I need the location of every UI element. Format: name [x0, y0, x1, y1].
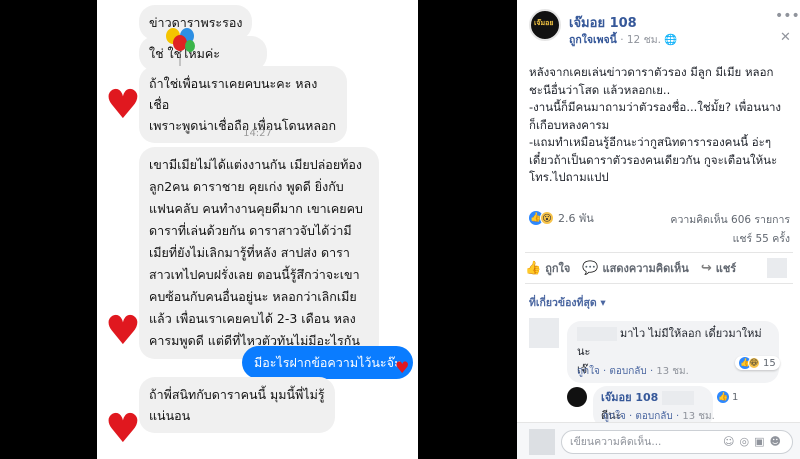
- reply-reactions[interactable]: 👍 1: [717, 391, 738, 403]
- comment-icon: 💬: [582, 260, 599, 276]
- close-icon[interactable]: ✕: [780, 30, 791, 45]
- page-avatar[interactable]: เจ๊มอย: [529, 9, 561, 41]
- composer-icons: ☺◎▣☻: [723, 431, 786, 453]
- viewer-avatar[interactable]: [529, 429, 555, 455]
- post-meta: ถูกใจเพจนี้ · 12 ชม. 🌐: [569, 31, 677, 48]
- comment-button[interactable]: 💬 แสดงความคิดเห็น: [582, 259, 689, 277]
- chat-message: ถ้าพี่สนิทกับดาราคนนี้ มุมนี้พี่ไม่รู้ แ…: [139, 377, 335, 433]
- reply-like-link[interactable]: ถูกใจ: [603, 411, 626, 422]
- gif-icon[interactable]: ▣: [754, 435, 769, 448]
- like-button-label: ถูกใจ: [545, 262, 571, 275]
- replier-avatar[interactable]: [567, 387, 587, 407]
- liked-page-label[interactable]: ถูกใจเพจนี้: [569, 34, 617, 46]
- reply-time[interactable]: 13 ชม.: [682, 411, 714, 422]
- comment-button-label: แสดงความคิดเห็น: [602, 262, 689, 275]
- like-reaction-icon: 👍: [717, 391, 729, 403]
- thumbs-up-icon: 👍: [525, 260, 542, 276]
- camera-icon[interactable]: ◎: [740, 435, 755, 448]
- post-text: หลังจากเคยเล่นข่าวดาราตัวรอง มีลูก มีเมี…: [529, 65, 782, 184]
- reaction-summary[interactable]: 👍 😮 2.6 พัน: [529, 209, 594, 227]
- dot-separator: ·: [620, 34, 627, 46]
- comment-input-placeholder: เขียนความคิดเห็น...: [570, 436, 662, 448]
- comment-composer: เขียนความคิดเห็น... ☺◎▣☻: [517, 422, 800, 459]
- share-count[interactable]: แชร์ 55 ครั้ง: [733, 230, 790, 247]
- share-button[interactable]: ↪ แชร์: [701, 259, 736, 277]
- more-options-icon[interactable]: •••: [775, 8, 800, 24]
- comment-time[interactable]: 13 ชม.: [656, 366, 688, 377]
- reaction-count: 2.6 พัน: [558, 212, 594, 225]
- wow-reaction-icon: 😮: [540, 211, 554, 225]
- comment-count[interactable]: ความคิดเห็น 606 รายการ: [670, 211, 790, 228]
- heart-icon: ♥: [395, 358, 410, 377]
- chat-message: เขามีเมียไม่ได้แต่งงานกัน เมียปล่อยท้อง …: [139, 147, 379, 359]
- comment-reaction-count: 15: [763, 357, 776, 369]
- chat-timestamp: 14:27: [243, 128, 272, 139]
- balloons-icon: [166, 28, 195, 70]
- like-button[interactable]: 👍 ถูกใจ: [525, 259, 570, 277]
- mention-blurred[interactable]: [661, 391, 694, 405]
- caret-down-icon: ▾: [600, 297, 606, 309]
- commenter-avatar[interactable]: [529, 318, 559, 348]
- post-action-bar: 👍 ถูกใจ 💬 แสดงความคิดเห็น ↪ แชร์: [525, 252, 793, 284]
- heart-icon: ♥: [105, 82, 141, 128]
- emoji-icon[interactable]: ☺: [723, 435, 739, 448]
- comment-actions: ถูกใจ · ตอบกลับ · 13 ชม.: [577, 364, 689, 379]
- heart-icon: ♥: [105, 308, 141, 354]
- facebook-post: เจ๊มอย เจ๊มอย 108 ถูกใจเพจนี้ · 12 ชม. 🌐…: [517, 0, 800, 459]
- comment-input[interactable]: เขียนความคิดเห็น... ☺◎▣☻: [561, 430, 793, 454]
- comment-sort-dropdown[interactable]: ที่เกี่ยวข้องที่สุด ▾: [529, 294, 606, 311]
- sticker-icon[interactable]: ☻: [770, 435, 786, 448]
- comment-reactions[interactable]: 👍 😆 15: [735, 356, 780, 370]
- chat-message-sent: มีอะไรฝากข้อความไว้นะจ๊ะ: [242, 346, 413, 379]
- heart-icon: ♥: [105, 406, 141, 452]
- viewer-avatar[interactable]: [767, 258, 787, 278]
- share-button-label: แชร์: [715, 262, 737, 275]
- commenter-name-blurred[interactable]: [577, 327, 617, 341]
- page-name[interactable]: เจ๊มอย 108: [569, 12, 637, 33]
- page-logo-text: เจ๊มอย: [534, 19, 554, 27]
- comment-reply-link[interactable]: ตอบกลับ: [609, 366, 646, 377]
- globe-icon: 🌐: [664, 34, 678, 46]
- replier-name[interactable]: เจ๊มอย 108: [601, 391, 658, 404]
- reply-reply-link[interactable]: ตอบกลับ: [635, 411, 672, 422]
- comment-sort-label: ที่เกี่ยวข้องที่สุด: [529, 297, 597, 309]
- haha-reaction-icon: 😆: [748, 357, 760, 369]
- chat-screenshot: ข่าวดาราพระรอง ใช่ ใช่ไหมค่ะ ถ้าใช่เพื่อ…: [97, 0, 418, 459]
- comment-like-link[interactable]: ถูกใจ: [577, 366, 600, 377]
- post-time[interactable]: 12 ชม.: [627, 34, 661, 46]
- share-icon: ↪: [700, 260, 712, 276]
- reply-reaction-count: 1: [732, 391, 739, 403]
